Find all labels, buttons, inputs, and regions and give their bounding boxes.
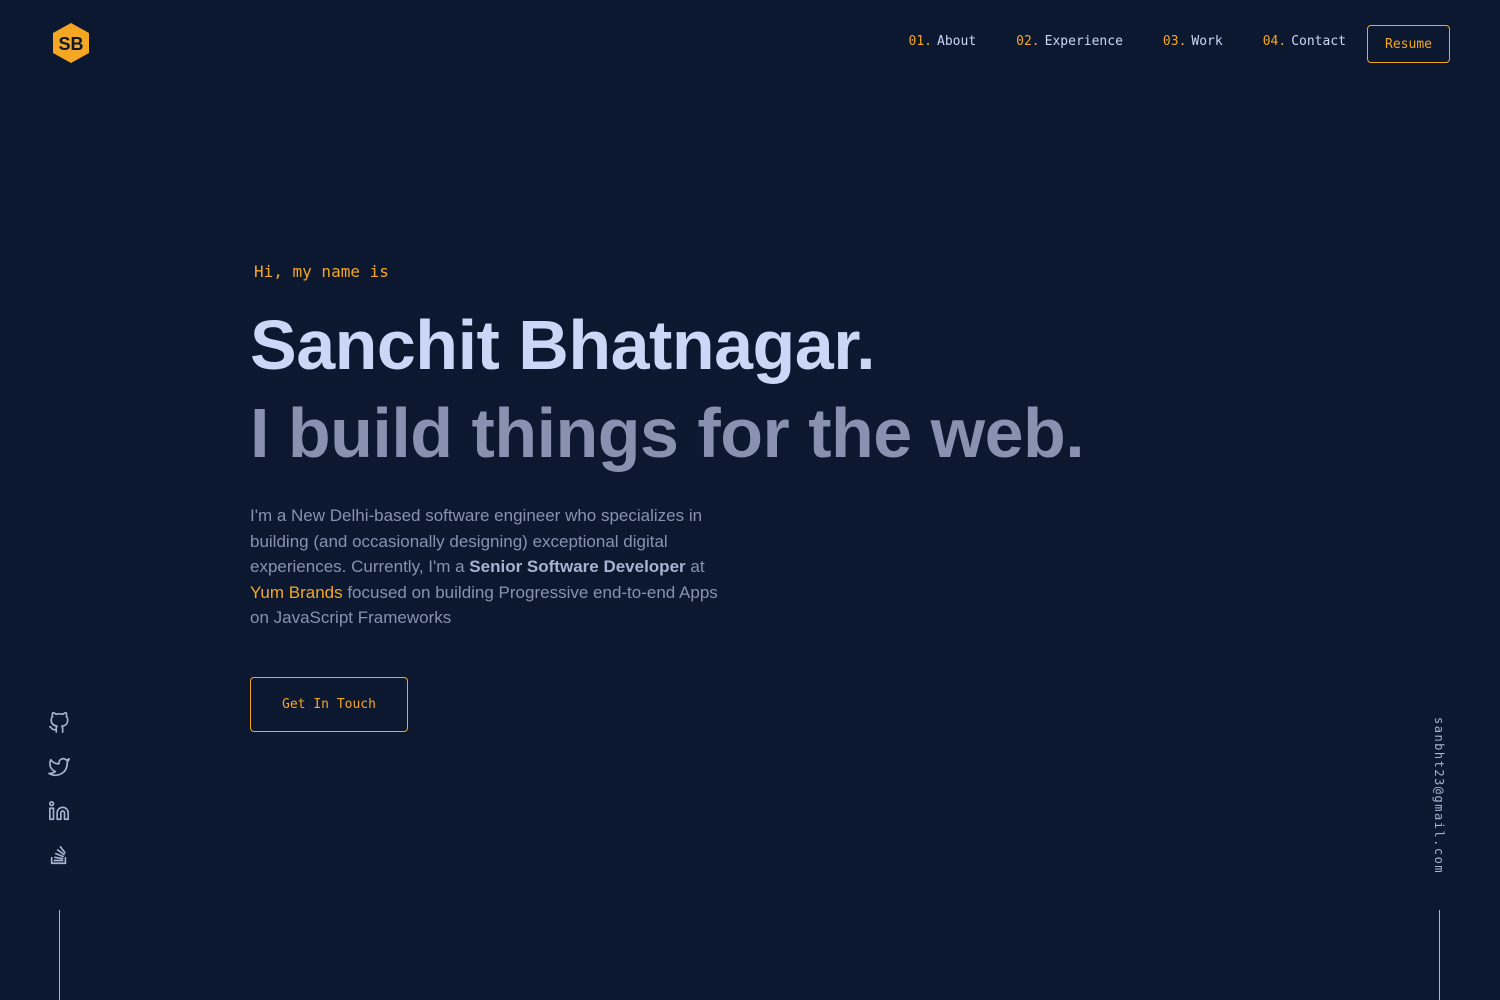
linkedin-link[interactable] — [48, 800, 72, 822]
stackoverflow-link[interactable] — [48, 844, 72, 866]
bio-company-link[interactable]: Yum Brands — [250, 583, 343, 602]
bio-text: at — [685, 557, 705, 576]
left-vertical-line — [59, 910, 60, 1000]
nav-item-number: 02. — [1016, 34, 1040, 49]
hero-bio: I'm a New Delhi-based software engineer … — [250, 503, 740, 631]
nav-item-number: 03. — [1162, 34, 1187, 49]
hero-section: Hi, my name is Sanchit Bhatnagar. I buil… — [250, 262, 1150, 631]
github-link[interactable] — [48, 712, 72, 734]
nav-item-label: Work — [1191, 34, 1223, 49]
linkedin-icon — [49, 801, 69, 821]
nav-item-work[interactable]: 03. Work — [1163, 34, 1223, 49]
get-in-touch-button[interactable]: Get In Touch — [250, 677, 408, 732]
github-icon — [49, 712, 69, 733]
social-links — [48, 712, 72, 866]
hero-name: Sanchit Bhatnagar. — [250, 306, 876, 384]
nav-item-number: 01. — [908, 34, 933, 49]
bio-role: Senior Software Developer — [469, 557, 686, 576]
logo-text: SB — [58, 34, 83, 54]
nav-item-label: About — [937, 34, 977, 49]
twitter-link[interactable] — [48, 756, 72, 778]
hero-tagline: I build things for the web. — [250, 394, 1085, 472]
logo[interactable]: SB — [52, 22, 90, 64]
stackoverflow-icon — [50, 845, 67, 865]
resume-button[interactable]: Resume — [1367, 25, 1450, 63]
nav-item-about[interactable]: 01. About — [909, 34, 977, 49]
hero-greeting: Hi, my name is — [254, 262, 389, 281]
nav-item-label: Contact — [1291, 34, 1346, 49]
nav-item-label: Experience — [1044, 34, 1123, 49]
twitter-icon — [48, 757, 70, 777]
right-vertical-line — [1439, 910, 1440, 1000]
nav-item-contact[interactable]: 04. Contact — [1263, 34, 1346, 49]
nav-item-experience[interactable]: 02. Experience — [1016, 34, 1123, 49]
email-link[interactable]: sanbht23@gmail.com — [1432, 717, 1446, 874]
logo-icon: SB — [53, 23, 89, 63]
main-nav: 01. About 02. Experience 03. Work 04. Contac… — [909, 34, 1346, 49]
nav-item-number: 04. — [1262, 34, 1287, 49]
